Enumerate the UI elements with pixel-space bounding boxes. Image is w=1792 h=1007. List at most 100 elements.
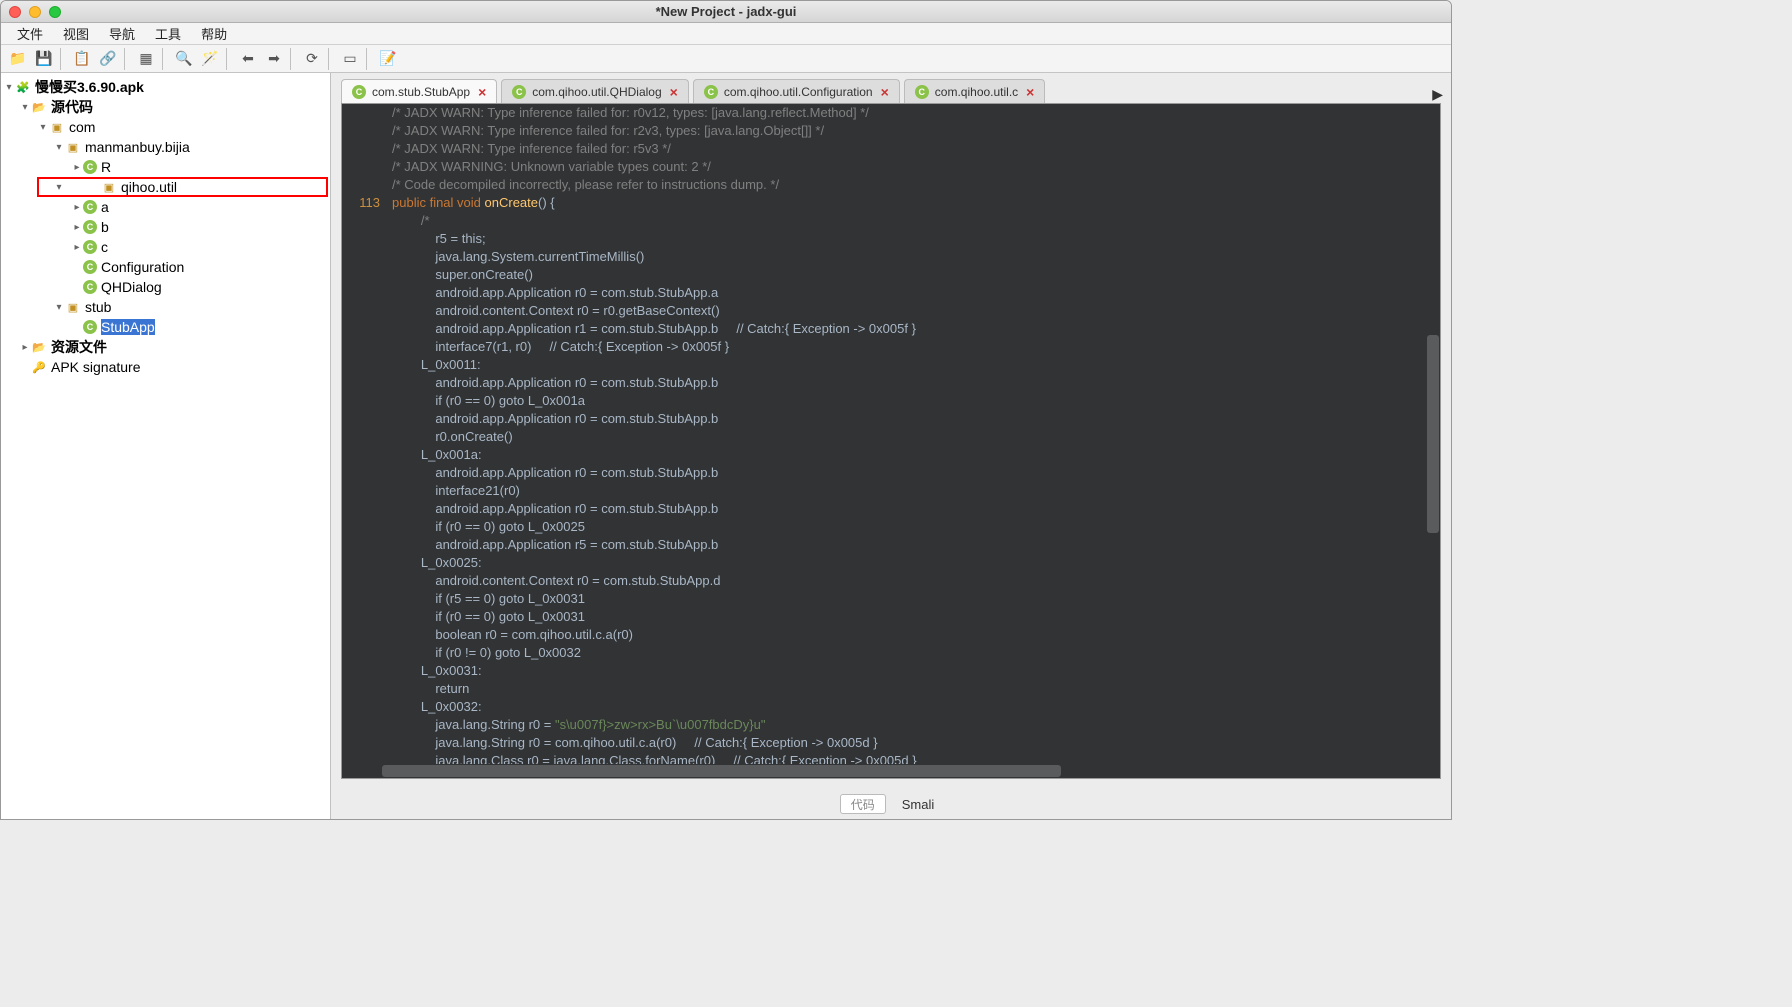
- code-view-toggle[interactable]: 代码: [840, 794, 886, 814]
- code-line[interactable]: /* JADX WARN: Type inference failed for:…: [342, 122, 1440, 140]
- smali-view-toggle[interactable]: Smali: [894, 797, 943, 812]
- code-line[interactable]: boolean r0 = com.qihoo.util.c.a(r0): [342, 626, 1440, 644]
- code-line[interactable]: java.lang.String r0 = com.qihoo.util.c.a…: [342, 734, 1440, 752]
- refresh-icon[interactable]: ⟳: [300, 48, 324, 70]
- code-line[interactable]: android.app.Application r5 = com.stub.St…: [342, 536, 1440, 554]
- code-line[interactable]: L_0x0025:: [342, 554, 1440, 572]
- close-window-button[interactable]: [9, 6, 21, 18]
- tree-StubApp[interactable]: StubApp: [101, 319, 155, 335]
- tree-a[interactable]: a: [101, 199, 109, 215]
- tree-toggle-icon[interactable]: ▸: [19, 342, 31, 353]
- code-line[interactable]: if (r0 != 0) goto L_0x0032: [342, 644, 1440, 662]
- code-text: android.app.Application r5 = com.stub.St…: [392, 536, 718, 554]
- tree-manmanbuy[interactable]: manmanbuy.bijia: [85, 139, 190, 155]
- tree-b[interactable]: b: [101, 219, 109, 235]
- tree-com[interactable]: com: [69, 119, 95, 135]
- tree-resources[interactable]: 资源文件: [51, 337, 107, 357]
- code-line[interactable]: L_0x0032:: [342, 698, 1440, 716]
- tab-stubapp[interactable]: Ccom.stub.StubApp×: [341, 79, 497, 103]
- tree-toggle-icon[interactable]: ▾: [19, 102, 31, 113]
- menu-tools[interactable]: 工具: [145, 22, 191, 45]
- tree-toggle-icon[interactable]: ▸: [71, 162, 83, 173]
- code-line[interactable]: /* JADX WARN: Type inference failed for:…: [342, 104, 1440, 122]
- project-tree[interactable]: ▾🧩慢慢买3.6.90.apk ▾📂源代码 ▾▣com ▾▣manmanbuy.…: [1, 73, 331, 819]
- code-line[interactable]: 113public final void onCreate() {: [342, 194, 1440, 212]
- tree-root[interactable]: 慢慢买3.6.90.apk: [35, 77, 144, 97]
- code-line[interactable]: r0.onCreate(): [342, 428, 1440, 446]
- class-icon: C: [83, 280, 97, 294]
- close-icon[interactable]: ×: [1026, 84, 1034, 100]
- menu-view[interactable]: 视图: [53, 22, 99, 45]
- code-line[interactable]: /* JADX WARNING: Unknown variable types …: [342, 158, 1440, 176]
- code-line[interactable]: /* JADX WARN: Type inference failed for:…: [342, 140, 1440, 158]
- code-line[interactable]: /*: [342, 212, 1440, 230]
- tree-QHDialog[interactable]: QHDialog: [101, 279, 162, 295]
- code-line[interactable]: interface21(r0): [342, 482, 1440, 500]
- code-line[interactable]: java.lang.String r0 = "s\u007f}>zw>rx>Bu…: [342, 716, 1440, 734]
- line-number: [342, 500, 392, 518]
- search-icon[interactable]: 🔍: [172, 48, 196, 70]
- tree-apksig[interactable]: APK signature: [51, 359, 141, 375]
- tree-toggle-icon[interactable]: ▾: [3, 82, 15, 93]
- code-line[interactable]: /* Code decompiled incorrectly, please r…: [342, 176, 1440, 194]
- tree-toggle-icon[interactable]: ▾: [53, 302, 65, 313]
- code-line[interactable]: r5 = this;: [342, 230, 1440, 248]
- tree-toggle-icon[interactable]: ▸: [71, 222, 83, 233]
- code-line[interactable]: interface7(r1, r0) // Catch:{ Exception …: [342, 338, 1440, 356]
- tab-qhdialog[interactable]: Ccom.qihoo.util.QHDialog×: [501, 79, 689, 103]
- code-line[interactable]: L_0x0011:: [342, 356, 1440, 374]
- code-line[interactable]: android.app.Application r1 = com.stub.St…: [342, 320, 1440, 338]
- log-icon[interactable]: 📝: [376, 48, 400, 70]
- tab-overflow-icon[interactable]: ▶: [1428, 86, 1447, 103]
- code-line[interactable]: java.lang.System.currentTimeMillis(): [342, 248, 1440, 266]
- open-file-icon[interactable]: 📁: [6, 48, 30, 70]
- tree-Configuration[interactable]: Configuration: [101, 259, 184, 275]
- horizontal-scrollbar[interactable]: [382, 764, 1426, 778]
- tab-c[interactable]: Ccom.qihoo.util.c×: [904, 79, 1046, 103]
- maximize-window-button[interactable]: [49, 6, 61, 18]
- tree-toggle-icon[interactable]: ▸: [71, 242, 83, 253]
- code-line[interactable]: android.content.Context r0 = r0.getBaseC…: [342, 302, 1440, 320]
- code-line[interactable]: if (r0 == 0) goto L_0x0025: [342, 518, 1440, 536]
- code-editor[interactable]: /* JADX WARN: Type inference failed for:…: [341, 103, 1441, 779]
- code-line[interactable]: super.onCreate(): [342, 266, 1440, 284]
- code-line[interactable]: android.app.Application r0 = com.stub.St…: [342, 410, 1440, 428]
- code-line[interactable]: android.app.Application r0 = com.stub.St…: [342, 464, 1440, 482]
- forward-icon[interactable]: ➡: [262, 48, 286, 70]
- tree-toggle-icon[interactable]: ▸: [71, 202, 83, 213]
- menu-file[interactable]: 文件: [7, 22, 53, 45]
- sync-icon[interactable]: 🔗: [96, 48, 120, 70]
- code-line[interactable]: android.content.Context r0 = com.stub.St…: [342, 572, 1440, 590]
- close-icon[interactable]: ×: [478, 84, 486, 100]
- menu-help[interactable]: 帮助: [191, 22, 237, 45]
- copy-icon[interactable]: 📋: [70, 48, 94, 70]
- close-icon[interactable]: ×: [670, 84, 678, 100]
- tree-toggle-icon[interactable]: ▾: [37, 122, 49, 133]
- code-line[interactable]: if (r0 == 0) goto L_0x001a: [342, 392, 1440, 410]
- save-icon[interactable]: 💾: [32, 48, 56, 70]
- code-line[interactable]: if (r5 == 0) goto L_0x0031: [342, 590, 1440, 608]
- code-line[interactable]: android.app.Application r0 = com.stub.St…: [342, 500, 1440, 518]
- deobfuscate-icon[interactable]: ▭: [338, 48, 362, 70]
- tree-stub[interactable]: stub: [85, 299, 111, 315]
- code-line[interactable]: return: [342, 680, 1440, 698]
- tab-configuration[interactable]: Ccom.qihoo.util.Configuration×: [693, 79, 900, 103]
- menu-nav[interactable]: 导航: [99, 22, 145, 45]
- tree-qihoo[interactable]: qihoo.util: [121, 179, 177, 195]
- close-icon[interactable]: ×: [881, 84, 889, 100]
- layout-icon[interactable]: ▦: [134, 48, 158, 70]
- code-line[interactable]: android.app.Application r0 = com.stub.St…: [342, 374, 1440, 392]
- back-icon[interactable]: ⬅: [236, 48, 260, 70]
- code-line[interactable]: L_0x0031:: [342, 662, 1440, 680]
- code-line[interactable]: L_0x001a:: [342, 446, 1440, 464]
- wand-icon[interactable]: 🪄: [198, 48, 222, 70]
- tree-toggle-icon[interactable]: ▾: [53, 142, 65, 153]
- code-line[interactable]: android.app.Application r0 = com.stub.St…: [342, 284, 1440, 302]
- tree-R[interactable]: R: [101, 159, 111, 175]
- tree-source[interactable]: 源代码: [51, 97, 93, 117]
- vertical-scrollbar[interactable]: [1426, 104, 1440, 764]
- tree-c[interactable]: c: [101, 239, 108, 255]
- tree-toggle-icon[interactable]: ▾: [53, 182, 65, 193]
- minimize-window-button[interactable]: [29, 6, 41, 18]
- code-line[interactable]: if (r0 == 0) goto L_0x0031: [342, 608, 1440, 626]
